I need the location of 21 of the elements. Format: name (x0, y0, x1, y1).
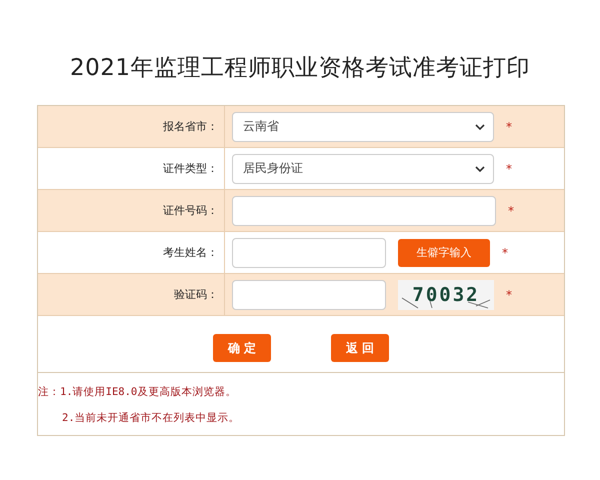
chevron-icon (475, 124, 485, 130)
input-field[interactable] (232, 280, 386, 310)
field-label: 证件类型： (163, 161, 218, 176)
field-label: 证件号码： (163, 203, 218, 218)
field-label: 考生姓名： (163, 245, 218, 260)
chevron-icon (475, 166, 485, 172)
field-label: 验证码： (174, 287, 218, 302)
note-text: 注：1.请使用IE8.0及更高版本浏览器。 (38, 385, 238, 400)
input-field[interactable] (232, 238, 386, 268)
required-mark: * (506, 162, 512, 176)
page-title: 2021年监理工程师职业资格考试准考证打印 (68, 54, 532, 83)
input-field[interactable] (232, 196, 496, 226)
dropdown[interactable]: 云南省 (232, 112, 494, 142)
captcha-image[interactable]: 70032 (398, 280, 494, 310)
note-text: 2.当前未开通省市不在列表中显示。 (61, 411, 241, 426)
required-mark: * (508, 204, 514, 218)
required-mark: * (502, 246, 508, 260)
field-label: 报名省市： (163, 119, 218, 134)
dropdown[interactable]: 居民身份证 (232, 154, 494, 184)
required-mark: * (506, 288, 512, 302)
required-mark: * (506, 120, 512, 134)
